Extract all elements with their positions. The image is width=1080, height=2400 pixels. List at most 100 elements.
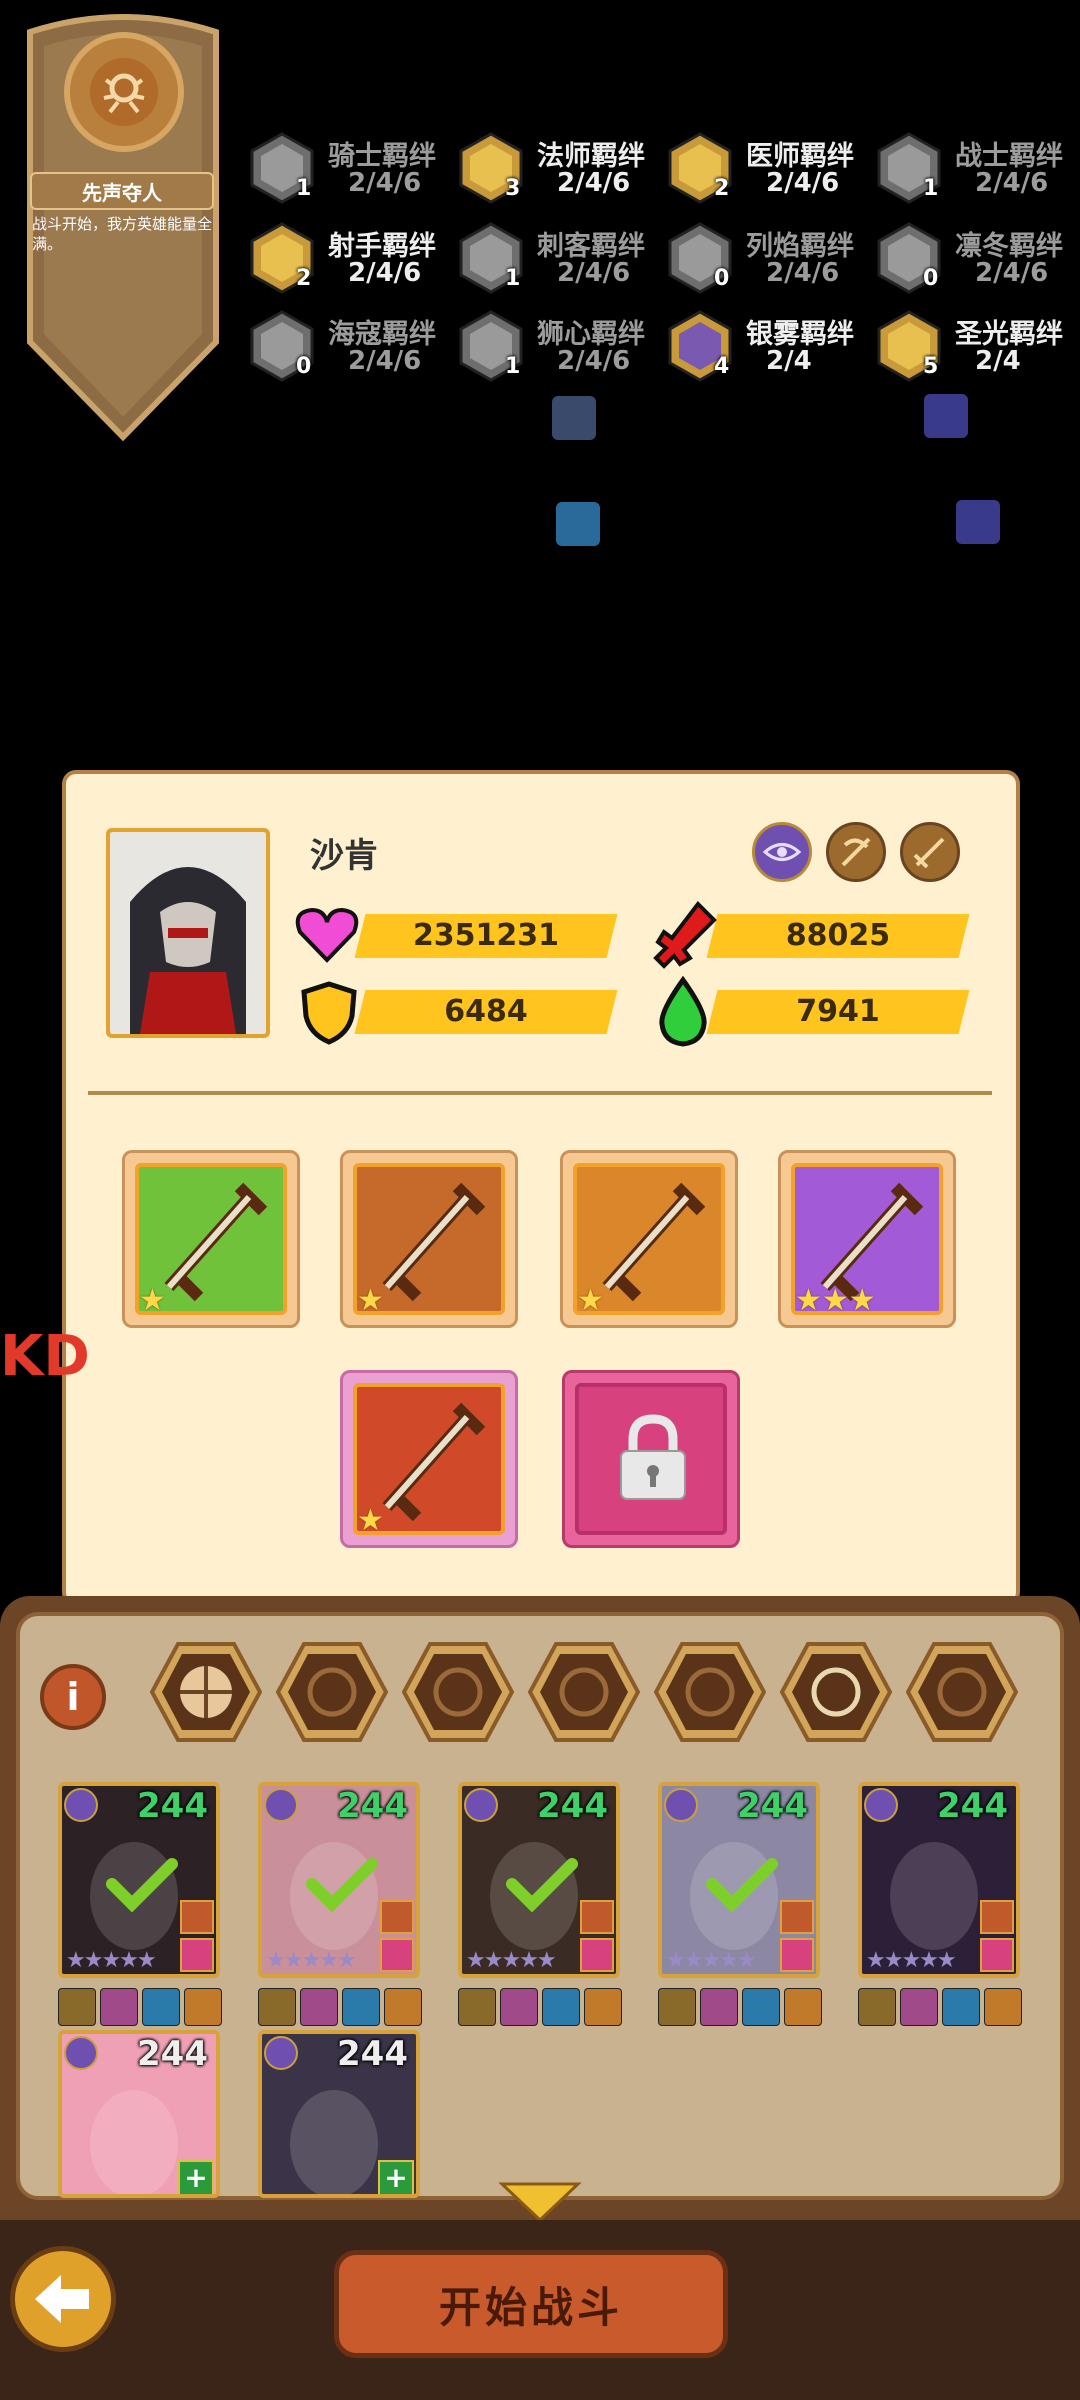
atk-value: 88025 — [785, 918, 891, 953]
bond-axe[interactable]: 1 战士羁绊 2/4/6 — [873, 128, 1079, 212]
lock-mini-icon — [980, 1938, 1014, 1972]
equipment-slot-purple-goggles[interactable]: ★★★ — [778, 1150, 956, 1328]
hero-card[interactable]: 244 + — [258, 2030, 420, 2198]
bond-count: 0 — [296, 354, 312, 379]
hero-portrait[interactable] — [106, 828, 270, 1038]
equip-thumb-icon — [142, 1988, 180, 2026]
bond-count: 0 — [714, 266, 730, 291]
selected-check-icon — [706, 1856, 778, 1916]
hero-card[interactable]: 244 ★★★★★ — [458, 1782, 620, 1978]
add-equip-icon[interactable]: + — [178, 2160, 214, 2194]
crossbow-icon — [826, 822, 886, 882]
equipment-slot-poison-dagger[interactable]: ★ — [122, 1150, 300, 1328]
selected-check-icon — [506, 1856, 578, 1916]
bond-count: 0 — [923, 266, 939, 291]
bond-snowflake[interactable]: 0 凛冬羁绊 2/4/6 — [873, 218, 1079, 302]
bond-tiers: 2/4/6 — [557, 346, 631, 376]
hero-level: 244 — [137, 2034, 208, 2074]
bond-count: 1 — [505, 354, 521, 379]
orb-mini-icon — [556, 502, 600, 546]
hero-card[interactable]: 244 ★★★★★ — [258, 1782, 420, 1978]
bond-cross[interactable]: 2 医师羁绊 2/4/6 — [664, 128, 870, 212]
lock-mini-icon — [580, 1938, 614, 1972]
shield-icon — [298, 980, 360, 1050]
equipment-slot-leather-cloak[interactable]: ★ — [340, 1150, 518, 1328]
equip-thumb-icon — [258, 1988, 296, 2026]
faction-eye-icon — [264, 2036, 298, 2070]
ice-filter[interactable] — [401, 1640, 515, 1744]
bond-wave[interactable]: 0 海寇羁绊 2/4/6 — [246, 306, 452, 390]
start-battle-button[interactable]: 开始战斗 — [334, 2250, 728, 2358]
equip-thumb-icon — [742, 1988, 780, 2026]
hero-card[interactable]: 244 ★★★★★ — [58, 1782, 220, 1978]
faction-eye-icon — [464, 1788, 498, 1822]
swirl-filter[interactable] — [905, 1640, 1019, 1744]
bond-mage[interactable]: 3 法师羁绊 2/4/6 — [455, 128, 661, 212]
equip-thumb-icon — [58, 1988, 96, 2026]
drop-icon — [654, 975, 712, 1052]
bond-knight[interactable]: 1 骑士羁绊 2/4/6 — [246, 128, 452, 212]
equip-mini-icon — [580, 1900, 614, 1934]
bond-tiers: 2/4/6 — [348, 258, 422, 288]
bond-tiers: 2/4/6 — [766, 168, 840, 198]
equip-thumb-icon — [784, 1988, 822, 2026]
item-stars: ★ — [577, 1283, 604, 1318]
leaf-filter[interactable] — [653, 1640, 767, 1744]
equip-thumb-icon — [900, 1988, 938, 2026]
eye-icon — [752, 822, 812, 882]
hero-equipment-row — [258, 1988, 426, 2026]
bond-tiers: 2/4 — [975, 346, 1021, 376]
info-button[interactable]: i — [40, 1664, 106, 1730]
bond-claw[interactable]: 1 刺客羁绊 2/4/6 — [455, 218, 661, 302]
bond-eye[interactable]: 4 银雾羁绊 2/4 — [664, 306, 870, 390]
bond-count: 2 — [296, 266, 312, 291]
side-text-fragment: KD — [0, 1324, 90, 1389]
hero-level: 244 — [337, 2034, 408, 2074]
equip-thumb-icon — [500, 1988, 538, 2026]
equip-thumb-icon — [658, 1988, 696, 2026]
add-equip-icon[interactable]: + — [378, 2160, 414, 2194]
bond-tiers: 2/4/6 — [557, 258, 631, 288]
hero-card[interactable]: 244 ★★★★★ — [858, 1782, 1020, 1978]
eye-filter[interactable] — [779, 1640, 893, 1744]
bond-crossbow[interactable]: 2 射手羁绊 2/4/6 — [246, 218, 452, 302]
talent-title: 先声夺人 — [30, 172, 214, 210]
selected-check-icon — [306, 1856, 378, 1916]
bond-count: 1 — [505, 266, 521, 291]
hero-level: 244 — [737, 1786, 808, 1826]
faction-eye-icon — [64, 1788, 98, 1822]
bond-leaf[interactable]: 1 狮心羁绊 2/4/6 — [455, 306, 661, 390]
bond-flame[interactable]: 0 列焰羁绊 2/4/6 — [664, 218, 870, 302]
def-value: 6484 — [444, 994, 528, 1029]
bond-count: 1 — [296, 176, 312, 201]
faction-eye-icon — [264, 1788, 298, 1822]
hero-card[interactable]: 244 ★★★★★ — [658, 1782, 820, 1978]
attack-icon — [650, 900, 720, 974]
bond-tiers: 2/4/6 — [975, 168, 1049, 198]
hero-level: 244 — [137, 1786, 208, 1826]
stars-row: ★★★★★ — [466, 1948, 557, 1973]
back-arrow-icon — [35, 2275, 89, 2323]
bond-tiers: 2/4/6 — [348, 168, 422, 198]
hero-card[interactable]: 244 + — [58, 2030, 220, 2198]
equipment-slot-crossbow-item[interactable]: ★ — [340, 1370, 518, 1548]
spider-emblem-icon — [64, 32, 184, 152]
equipment-slot-golden-blade[interactable]: ★ — [560, 1150, 738, 1328]
equip-thumb-icon — [458, 1988, 496, 2026]
stars-row: ★★★★★ — [66, 1948, 157, 1973]
back-button[interactable] — [10, 2246, 116, 2352]
bond-swirl[interactable]: 5 圣光羁绊 2/4 — [873, 306, 1079, 390]
all-filter[interactable] — [149, 1640, 263, 1744]
bond-tiers: 2/4/6 — [557, 168, 631, 198]
fire-filter[interactable] — [275, 1640, 389, 1744]
lock-mini-icon — [780, 1938, 814, 1972]
lock-mini-icon — [180, 1938, 214, 1972]
hero-name: 沙肯 — [310, 836, 378, 876]
faction-eye-icon — [64, 2036, 98, 2070]
wave-filter[interactable] — [527, 1640, 641, 1744]
hero-level: 244 — [537, 1786, 608, 1826]
bond-tiers: 2/4/6 — [766, 258, 840, 288]
ring-mini-icon — [924, 394, 968, 438]
heart-icon — [294, 904, 360, 968]
equipment-slot-locked[interactable] — [562, 1370, 740, 1548]
